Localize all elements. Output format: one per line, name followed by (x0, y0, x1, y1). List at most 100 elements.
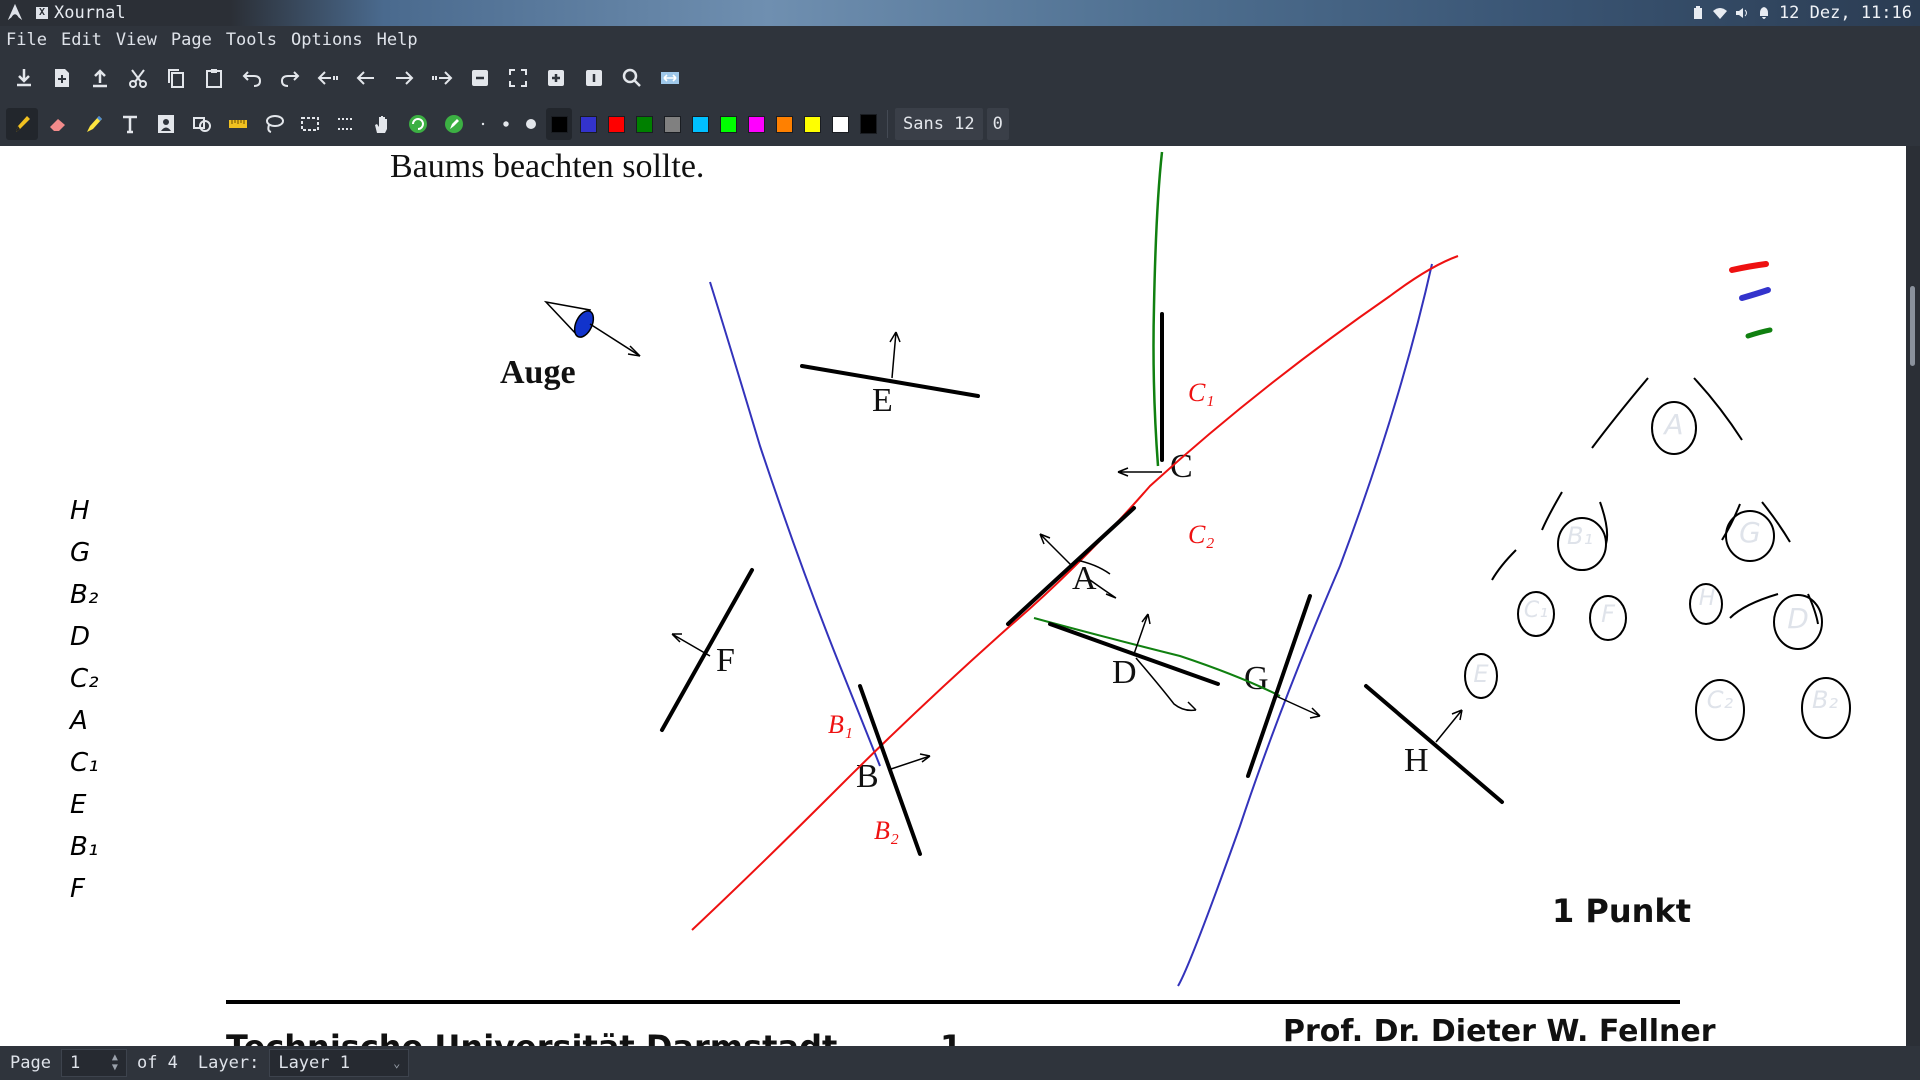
swatch-fill (831, 115, 849, 133)
swatch-fill (803, 115, 821, 133)
swatch-fill (635, 115, 653, 133)
new-page-icon (55, 69, 69, 87)
last-page-button[interactable] (426, 62, 458, 94)
default-tool-button[interactable] (438, 108, 470, 140)
arrow-b (887, 753, 931, 771)
paste-button[interactable] (198, 62, 230, 94)
zoom-in-icon (548, 70, 564, 86)
wifi-icon[interactable] (1712, 6, 1727, 20)
menu-tools[interactable]: Tools (226, 30, 277, 50)
fit-page-button[interactable] (654, 62, 686, 94)
active-window-title: Xournal (54, 3, 126, 23)
vertical-space-button[interactable] (330, 108, 362, 140)
undo-button[interactable] (236, 62, 268, 94)
layer-select[interactable]: Layer 1 ⌄ (269, 1049, 410, 1077)
color-black-button[interactable] (546, 108, 572, 140)
highlighter-tool-button[interactable] (78, 108, 110, 140)
zoom-search-button[interactable] (616, 62, 648, 94)
pen-green-icon (445, 115, 463, 133)
export-button[interactable] (84, 62, 116, 94)
eraser-tool-button[interactable] (42, 108, 74, 140)
paste-icon (206, 69, 222, 88)
save-button[interactable] (8, 62, 40, 94)
ruler-button[interactable] (222, 108, 254, 140)
spin-arrows-icon[interactable]: ▲ ▼ (112, 1053, 118, 1073)
color-current-button[interactable] (856, 108, 880, 140)
image-tool-button[interactable] (150, 108, 182, 140)
new-page-button[interactable] (46, 62, 78, 94)
volume-icon[interactable] (1735, 6, 1749, 20)
menu-help[interactable]: Help (377, 30, 418, 50)
export-icon (93, 69, 107, 88)
menu-file[interactable]: File (6, 30, 47, 50)
color-orange-button[interactable] (772, 108, 796, 140)
color-lightgreen-button[interactable] (716, 108, 740, 140)
clock[interactable]: 12 Dez, 11:16 (1779, 3, 1912, 23)
font-button[interactable]: Sans 12 (895, 108, 983, 140)
ruler-icon (229, 120, 247, 128)
text-tool-button[interactable] (114, 108, 146, 140)
thickness-fine-button[interactable] (474, 108, 492, 140)
page-number-value: 1 (69, 1053, 81, 1073)
tree-node-circle (1689, 583, 1723, 625)
color-red-button[interactable] (604, 108, 628, 140)
font-extra-button[interactable]: 0 (986, 108, 1009, 140)
vertical-scrollbar[interactable] (1906, 146, 1920, 1046)
thickness-medium-button[interactable] (496, 108, 516, 140)
color-lightblue-button[interactable] (688, 108, 712, 140)
lasso-select-button[interactable] (258, 108, 290, 140)
menu-view[interactable]: View (116, 30, 157, 50)
previous-page-button[interactable] (350, 62, 382, 94)
copy-button[interactable] (160, 62, 192, 94)
shape-recognizer-button[interactable] (186, 108, 218, 140)
fullscreen-button[interactable] (502, 62, 534, 94)
rect-select-button[interactable] (294, 108, 326, 140)
default-pen-button[interactable] (402, 108, 434, 140)
zoom-100-button[interactable] (578, 62, 610, 94)
last-page-icon (432, 71, 453, 85)
color-yellow-button[interactable] (800, 108, 824, 140)
xournal-app-icon: X (36, 7, 48, 19)
redo-button[interactable] (274, 62, 306, 94)
arrow-f (671, 633, 711, 657)
page-number-input[interactable]: 1 ▲ ▼ (60, 1049, 127, 1077)
zoom-out-button[interactable] (464, 62, 496, 94)
copy-icon (168, 69, 184, 88)
lasso-icon (266, 115, 284, 133)
color-magenta-button[interactable] (744, 108, 768, 140)
shape-icon (193, 117, 211, 132)
drawing-layer (226, 151, 1851, 1004)
swatch-fill (663, 115, 681, 133)
cut-button[interactable] (122, 62, 154, 94)
dot-small-icon (481, 122, 485, 126)
color-green-button[interactable] (632, 108, 656, 140)
legend-green-stroke (1745, 327, 1773, 339)
rect-select-icon (301, 117, 319, 131)
tree-node-circle (1725, 510, 1775, 562)
chevron-down-icon: ⌄ (393, 1056, 401, 1070)
document-canvas[interactable]: Baums beachten sollte. Auge 1 Punkt Tech… (0, 146, 1906, 1046)
swatch-fill (691, 115, 709, 133)
next-page-button[interactable] (388, 62, 420, 94)
font-label: Sans 12 (903, 114, 975, 134)
swatch-fill (719, 115, 737, 133)
swatch-fill (607, 115, 625, 133)
scrollbar-thumb[interactable] (1910, 286, 1915, 366)
zoom-in-button[interactable] (540, 62, 572, 94)
menu-options[interactable]: Options (291, 30, 363, 50)
color-blue-button[interactable] (576, 108, 600, 140)
color-white-button[interactable] (828, 108, 852, 140)
notification-bell-icon[interactable] (1757, 6, 1771, 20)
arch-logo-icon[interactable] (6, 3, 24, 21)
battery-icon[interactable] (1691, 6, 1705, 20)
pen-tool-button[interactable] (6, 108, 38, 140)
menu-page[interactable]: Page (171, 30, 212, 50)
first-page-button[interactable] (312, 62, 344, 94)
wall-f (660, 568, 754, 732)
active-window-tab[interactable]: X Xournal (30, 0, 230, 26)
color-gray-button[interactable] (660, 108, 684, 140)
hand-tool-button[interactable] (366, 108, 398, 140)
eraser-icon (50, 119, 65, 131)
menu-edit[interactable]: Edit (61, 30, 102, 50)
thickness-thick-button[interactable] (520, 108, 542, 140)
